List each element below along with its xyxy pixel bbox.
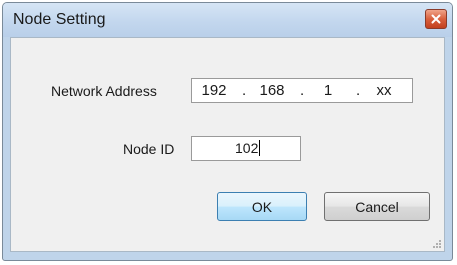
network-address-label: Network Address bbox=[51, 83, 157, 99]
node-id-input[interactable]: 102 bbox=[191, 136, 301, 161]
ip-octet-3[interactable]: 1 bbox=[310, 82, 346, 99]
dialog-title: Node Setting bbox=[13, 11, 106, 28]
node-setting-dialog: Node Setting Network Address 192 . 168 .… bbox=[2, 2, 453, 261]
text-caret bbox=[259, 140, 261, 156]
ip-separator: . bbox=[300, 82, 305, 99]
node-id-value: 102 bbox=[235, 140, 259, 156]
ip-separator: . bbox=[242, 82, 247, 99]
ip-octet-4[interactable]: xx bbox=[366, 82, 402, 99]
close-button[interactable] bbox=[425, 9, 447, 29]
resize-grip-icon[interactable] bbox=[432, 239, 442, 249]
dialog-body: Network Address 192 . 168 . 1 . xx Node … bbox=[10, 37, 445, 252]
ip-octet-1[interactable]: 192 bbox=[196, 82, 232, 99]
node-id-label: Node ID bbox=[123, 141, 175, 157]
close-icon bbox=[431, 14, 441, 24]
cancel-button[interactable]: Cancel bbox=[324, 192, 430, 221]
title-bar[interactable]: Node Setting bbox=[3, 3, 452, 37]
ip-separator: . bbox=[356, 82, 361, 99]
ip-octet-2[interactable]: 168 bbox=[254, 82, 290, 99]
network-address-field[interactable]: 192 . 168 . 1 . xx bbox=[191, 78, 413, 103]
ok-button[interactable]: OK bbox=[217, 192, 307, 221]
